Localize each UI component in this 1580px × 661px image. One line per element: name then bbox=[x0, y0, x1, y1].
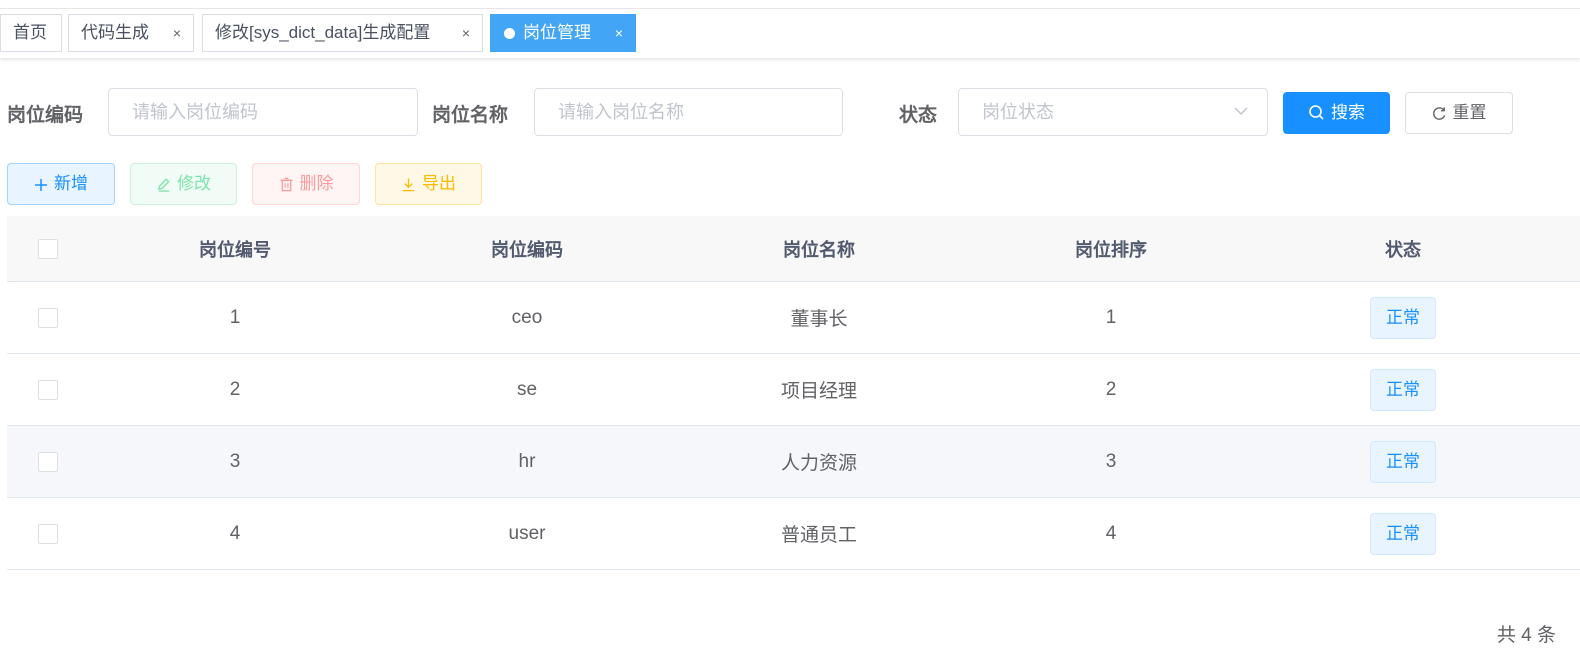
status-placeholder: 岗位状态 bbox=[982, 102, 1054, 122]
download-icon bbox=[402, 178, 415, 192]
post-id-cell: 4 bbox=[229, 522, 241, 544]
edit-button-label: 修改 bbox=[177, 174, 211, 193]
status-badge: 正常 bbox=[1370, 440, 1436, 483]
post-code-cell: se bbox=[516, 378, 538, 400]
table-row[interactable]: 2 se 项目经理 2 正常 bbox=[7, 354, 1580, 426]
post-name-cell: 董事长 bbox=[790, 309, 848, 330]
tag-code-generation[interactable]: 代码生成 × bbox=[68, 14, 194, 52]
post-code-cell: hr bbox=[518, 450, 536, 472]
tags-view: 首页 代码生成 × 修改[sys_dict_data]生成配置 × 岗位管理 × bbox=[0, 8, 1580, 58]
search-button[interactable]: 搜索 bbox=[1283, 92, 1390, 134]
add-button[interactable]: 新增 bbox=[7, 163, 115, 205]
row-checkbox[interactable] bbox=[38, 307, 58, 328]
post-code-label: 岗位编码 bbox=[7, 105, 84, 126]
status-badge: 正常 bbox=[1370, 296, 1436, 339]
add-button-label: 新增 bbox=[54, 174, 88, 193]
post-code-cell: ceo bbox=[511, 306, 543, 328]
edit-icon bbox=[157, 178, 170, 192]
tag-label: 岗位管理 bbox=[523, 23, 591, 42]
header-checkbox-cell bbox=[7, 216, 89, 281]
active-dot-icon bbox=[504, 28, 515, 39]
row-checkbox-cell bbox=[7, 354, 89, 425]
row-checkbox[interactable] bbox=[38, 379, 58, 400]
header-post-sort[interactable]: 岗位排序 bbox=[965, 216, 1257, 281]
delete-icon bbox=[279, 177, 293, 192]
header-post-id[interactable]: 岗位编号 bbox=[89, 216, 381, 281]
select-all-checkbox[interactable] bbox=[38, 238, 58, 259]
table-row[interactable]: 4 user 普通员工 4 正常 bbox=[7, 498, 1580, 570]
row-checkbox-cell bbox=[7, 282, 89, 353]
close-icon[interactable]: × bbox=[173, 15, 181, 51]
delete-button[interactable]: 删除 bbox=[252, 163, 360, 205]
reset-button-label: 重置 bbox=[1452, 103, 1487, 122]
header-post-code[interactable]: 岗位编码 bbox=[381, 216, 673, 281]
delete-button-label: 删除 bbox=[299, 174, 334, 193]
post-name-input[interactable]: 请输入岗位名称 bbox=[534, 88, 843, 136]
post-table: 岗位编号 岗位编码 岗位名称 岗位排序 状态 1 ceo 董事长 1 正常 2 … bbox=[7, 216, 1580, 570]
table-row[interactable]: 1 ceo 董事长 1 正常 bbox=[7, 282, 1580, 354]
tag-edit-gen-config[interactable]: 修改[sys_dict_data]生成配置 × bbox=[202, 14, 483, 52]
post-name-cell: 普通员工 bbox=[780, 525, 857, 546]
post-sort-cell: 3 bbox=[1105, 450, 1117, 472]
table-row[interactable]: 3 hr 人力资源 3 正常 bbox=[7, 426, 1580, 498]
close-icon[interactable]: × bbox=[615, 15, 623, 51]
header-status[interactable]: 状态 bbox=[1257, 216, 1549, 281]
status-select[interactable]: 岗位状态 bbox=[958, 88, 1268, 136]
post-name-cell: 项目经理 bbox=[780, 381, 857, 402]
search-icon bbox=[1309, 105, 1324, 120]
post-code-cell: user bbox=[508, 522, 546, 544]
export-button-label: 导出 bbox=[422, 174, 456, 193]
post-id-cell: 1 bbox=[229, 306, 241, 328]
row-checkbox-cell bbox=[7, 426, 89, 497]
row-checkbox[interactable] bbox=[38, 523, 58, 544]
tag-label: 代码生成 bbox=[81, 23, 149, 42]
reset-button[interactable]: 重置 bbox=[1405, 92, 1513, 134]
post-sort-cell: 4 bbox=[1105, 522, 1117, 544]
post-code-placeholder: 请输入岗位编码 bbox=[132, 102, 258, 122]
post-id-cell: 2 bbox=[229, 378, 241, 400]
search-button-label: 搜索 bbox=[1331, 103, 1365, 122]
post-sort-cell: 2 bbox=[1105, 378, 1117, 400]
status-cell: 正常 bbox=[1257, 282, 1549, 353]
status-badge: 正常 bbox=[1370, 368, 1436, 411]
row-checkbox[interactable] bbox=[38, 451, 58, 472]
post-name-label: 岗位名称 bbox=[432, 105, 509, 126]
table-header: 岗位编号 岗位编码 岗位名称 岗位排序 状态 bbox=[7, 216, 1580, 282]
pagination-total: 共 4 条 bbox=[1496, 625, 1556, 646]
post-id-cell: 3 bbox=[229, 450, 241, 472]
header-post-name[interactable]: 岗位名称 bbox=[673, 216, 965, 281]
row-checkbox-cell bbox=[7, 498, 89, 569]
status-cell: 正常 bbox=[1257, 426, 1549, 497]
chevron-down-icon bbox=[1234, 107, 1248, 116]
status-label: 状态 bbox=[899, 105, 938, 126]
close-icon[interactable]: × bbox=[462, 15, 470, 51]
post-sort-cell: 1 bbox=[1105, 306, 1117, 328]
tag-label: 修改[sys_dict_data]生成配置 bbox=[215, 23, 431, 42]
post-name-cell: 人力资源 bbox=[780, 453, 857, 474]
status-cell: 正常 bbox=[1257, 354, 1549, 425]
refresh-icon bbox=[1432, 107, 1445, 120]
edit-button[interactable]: 修改 bbox=[130, 163, 237, 205]
status-badge: 正常 bbox=[1370, 512, 1436, 555]
tag-label: 首页 bbox=[13, 23, 47, 42]
status-cell: 正常 bbox=[1257, 498, 1549, 569]
post-code-input[interactable]: 请输入岗位编码 bbox=[108, 88, 418, 136]
tag-post-management[interactable]: 岗位管理 × bbox=[490, 14, 636, 52]
tag-home[interactable]: 首页 bbox=[0, 14, 62, 52]
post-name-placeholder: 请输入岗位名称 bbox=[558, 102, 684, 122]
plus-icon bbox=[35, 179, 47, 191]
export-button[interactable]: 导出 bbox=[375, 163, 482, 205]
